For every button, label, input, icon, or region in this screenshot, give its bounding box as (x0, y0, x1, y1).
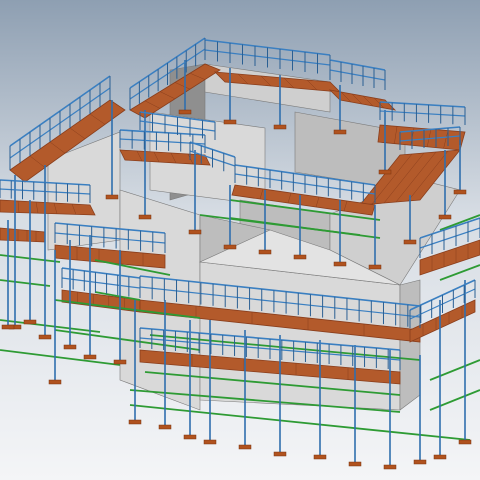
base-plate (178, 109, 192, 115)
base-plate (333, 129, 347, 135)
base-plate (223, 244, 237, 250)
base-plate (378, 169, 392, 175)
base-plate (158, 424, 172, 430)
base-plate (313, 454, 327, 460)
base-plate (458, 439, 472, 445)
base-plate (433, 454, 447, 460)
base-plate (23, 319, 37, 325)
base-plate (368, 264, 382, 270)
base-plate (1, 324, 15, 330)
base-plate (38, 334, 52, 340)
base-plate (438, 214, 452, 220)
base-plate (105, 194, 119, 200)
base-plate (453, 189, 467, 195)
base-plate (413, 459, 427, 465)
scaffold-model-render[interactable] (0, 0, 480, 480)
base-plate (348, 461, 362, 467)
base-plate (83, 354, 97, 360)
base-plate (188, 229, 202, 235)
wall-face-mid (399, 279, 421, 411)
base-plate (113, 359, 127, 365)
base-plate (333, 261, 347, 267)
base-plate (63, 344, 77, 350)
base-plate (273, 124, 287, 130)
base-plate (273, 451, 287, 457)
base-plate (223, 119, 237, 125)
base-plate (48, 379, 62, 385)
base-plate (238, 444, 252, 450)
base-plate (403, 239, 417, 245)
base-plate (383, 464, 397, 470)
base-plate (138, 214, 152, 220)
base-plate (128, 419, 142, 425)
base-plate (203, 439, 217, 445)
3d-viewport[interactable] (0, 0, 480, 480)
base-plate (183, 434, 197, 440)
base-plate (258, 249, 272, 255)
base-plate (293, 254, 307, 260)
